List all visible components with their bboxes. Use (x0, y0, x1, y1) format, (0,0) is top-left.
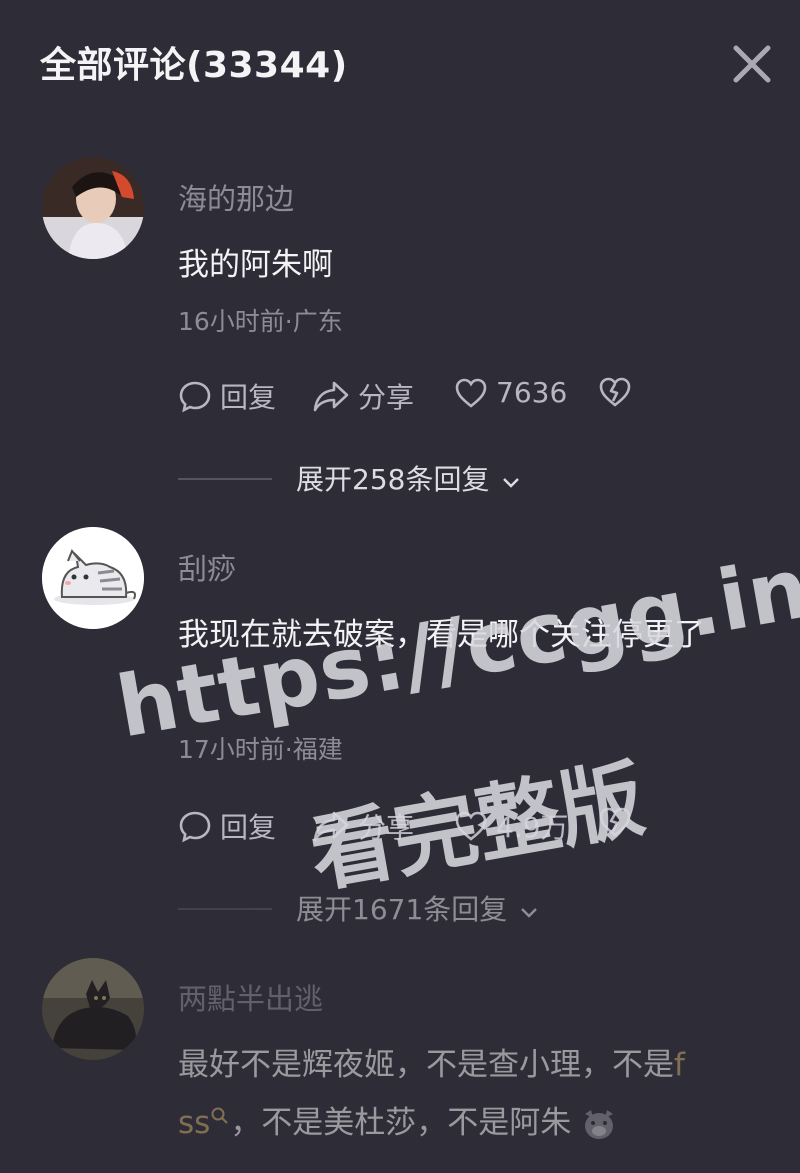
comment-text-part: ，不是美杜莎，不是阿朱 (230, 1105, 572, 1141)
comments-header: 全部评论(33344) (0, 0, 800, 120)
share-label: 分享 (358, 381, 415, 414)
chevron-down-icon (503, 478, 520, 488)
reply-label: 回复 (220, 381, 277, 414)
like-count: 4.9万 (496, 811, 569, 844)
comment-text: 我现在就去破案，看是哪个关注停更了 (178, 617, 705, 653)
share-arrow-icon (313, 811, 349, 842)
broken-heart-icon (599, 807, 631, 837)
topic-tag[interactable]: ss (178, 1105, 210, 1141)
topic-tag[interactable]: f (674, 1047, 685, 1083)
broken-heart-icon (599, 377, 631, 407)
dog-emoji-icon (585, 1109, 614, 1139)
reply-button[interactable]: 回复 (178, 376, 276, 416)
reply-label: 回复 (220, 811, 277, 844)
dislike-button[interactable] (598, 376, 632, 408)
comment-meta: 17小时前·福建 (178, 735, 343, 764)
close-icon[interactable] (730, 42, 774, 86)
comment-bubble-icon (179, 381, 211, 413)
reply-button[interactable]: 回复 (178, 806, 276, 846)
chevron-down-icon (521, 908, 538, 918)
like-button[interactable]: 4.9万 (454, 806, 569, 846)
comment-actions: 回复 分享 4.9万 (178, 806, 738, 846)
comment-meta: 16小时前·广东 (178, 307, 343, 336)
expand-label: 展开1671条回复 (296, 893, 508, 926)
page-title: 全部评论(33344) (40, 45, 348, 86)
expand-replies-button[interactable]: 展开258条回复 (178, 458, 578, 498)
comment-actions: 回复 分享 7636 (178, 376, 738, 416)
username[interactable]: 刮痧 (178, 546, 236, 588)
comment-text-part: 最好不是辉夜姬，不是查小理，不是 (178, 1047, 674, 1083)
dislike-button[interactable] (598, 806, 632, 838)
divider (178, 478, 272, 480)
expand-label: 展开258条回复 (296, 463, 490, 496)
username[interactable]: 海的那边 (178, 176, 294, 218)
like-count: 7636 (496, 376, 568, 409)
comment-text: 最好不是辉夜姬，不是查小理，不是f ss ，不是美杜莎，不是阿朱 (178, 1036, 768, 1152)
comment-text: 我的阿朱啊 (178, 247, 333, 283)
search-icon[interactable] (210, 1106, 230, 1126)
divider (178, 908, 272, 910)
heart-icon (455, 811, 487, 841)
expand-replies-button[interactable]: 展开1671条回复 (178, 888, 578, 928)
heart-icon (455, 378, 487, 408)
share-button[interactable]: 分享 (312, 806, 414, 846)
share-button[interactable]: 分享 (312, 376, 414, 416)
like-button[interactable]: 7636 (454, 376, 567, 409)
share-arrow-icon (313, 381, 349, 412)
share-label: 分享 (358, 811, 415, 844)
watermark: https://ccgg.ink 看完整版 (110, 528, 800, 920)
comment-bubble-icon (179, 811, 211, 843)
avatar[interactable] (42, 157, 144, 259)
username[interactable]: 两點半出逃 (178, 976, 323, 1018)
avatar[interactable] (42, 527, 144, 629)
avatar[interactable] (42, 958, 144, 1060)
